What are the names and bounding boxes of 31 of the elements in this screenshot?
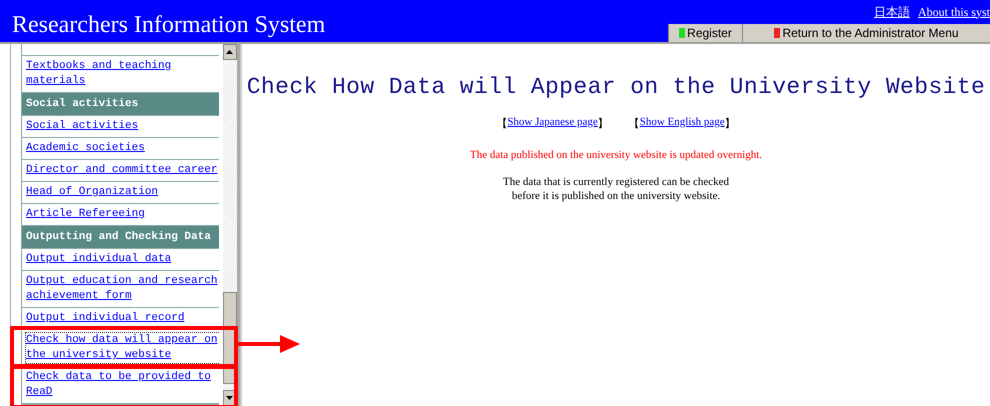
sidebar-link[interactable]: Textbooks and teaching materials — [26, 59, 219, 89]
description-text: The data that is currently registered can be checked before it is published on the university website. — [503, 175, 729, 203]
sidebar-link[interactable]: Output individual record — [26, 311, 219, 326]
page-link[interactable]: Show Japanese page — [507, 116, 598, 131]
header-link[interactable]: About this syst — [918, 4, 990, 20]
scrollbar[interactable] — [222, 44, 240, 406]
pointer-arrow — [236, 335, 300, 353]
sidebar-link[interactable]: Article Refereeing — [26, 207, 219, 222]
bracket-text: 】 — [598, 116, 609, 131]
bracket-text: 【 — [628, 116, 640, 131]
page-title: Check How Data will Appear on the University Website — [246, 74, 986, 100]
notice-text: The data published on the university website is updated overnight. — [470, 149, 762, 161]
app-title: Researchers Information System — [11, 11, 326, 40]
bracket-text: 【 — [496, 116, 508, 131]
down-arrow-icon — [226, 396, 234, 400]
bracket-text: 】 — [724, 116, 736, 131]
sidebar-link[interactable]: Social activities — [26, 119, 219, 134]
menu-tab[interactable]: Return to the Administrator Menu — [742, 24, 990, 42]
header-link[interactable]: 日本語 — [874, 4, 910, 20]
page-link[interactable]: Show English page — [640, 116, 725, 131]
section-heading: Outputting and Checking Data — [22, 226, 219, 249]
sidebar-link[interactable]: Academic societies — [26, 141, 219, 156]
sidebar-link[interactable]: Output education and research achievement form — [26, 274, 219, 304]
section-heading: Social activities — [22, 93, 219, 116]
menu-tab[interactable]: Register — [668, 24, 742, 42]
sidebar-link[interactable]: Check data to be provided to ReaD — [26, 370, 219, 400]
sidebar-link[interactable]: Head of Organization — [26, 185, 219, 200]
up-arrow-icon — [226, 50, 234, 54]
sidebar-link[interactable]: Check how data will appear on the university website — [26, 333, 219, 363]
sidebar-link[interactable]: Output individual data — [26, 252, 219, 267]
sidebar-link[interactable]: Director and committee career — [26, 163, 219, 178]
